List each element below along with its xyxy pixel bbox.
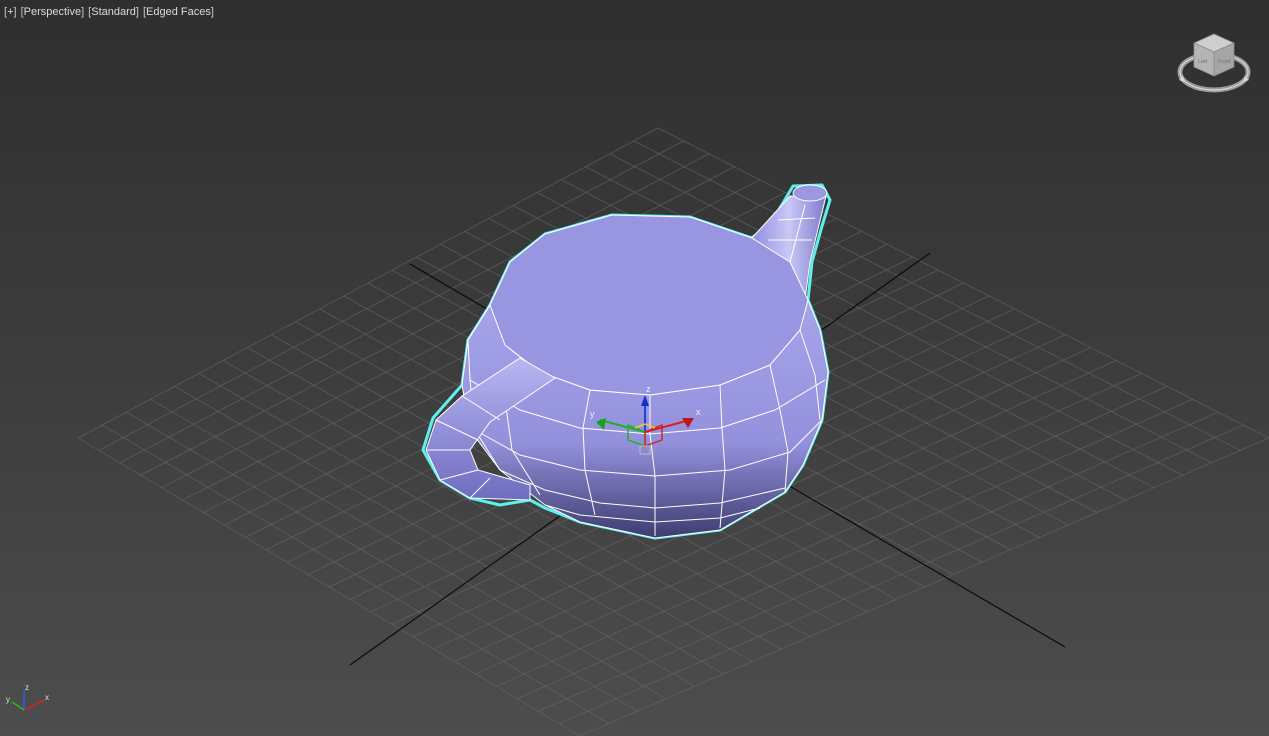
perspective-viewport[interactable]: z x y [+] [Perspective] [Standard] [Edge… [0, 0, 1269, 736]
tripod-z-label: z [25, 683, 29, 692]
viewcube-front-label: Front [1218, 59, 1231, 65]
gizmo-z-label: z [646, 384, 651, 394]
viewport-edges-menu[interactable]: [Edged Faces] [143, 6, 214, 18]
viewport-general-menu[interactable]: [+] [4, 6, 17, 18]
teapot-object[interactable] [421, 183, 832, 540]
gizmo-x-label: x [696, 407, 701, 417]
gizmo-y-label: y [590, 409, 595, 419]
viewcube-left-label: Left [1198, 59, 1208, 65]
viewport-label-menu: [+] [Perspective] [Standard] [Edged Face… [4, 6, 214, 18]
tripod-y-label: y [6, 695, 10, 704]
scene-canvas[interactable]: z x y [0, 0, 1269, 736]
tripod-x-label: x [45, 693, 49, 702]
axis-tripod-icon: z x y [6, 683, 49, 711]
viewcube-icon[interactable]: Left Front [1176, 30, 1252, 96]
viewport-point-of-view-menu[interactable]: [Perspective] [21, 6, 85, 18]
viewport-shading-menu[interactable]: [Standard] [88, 6, 139, 18]
